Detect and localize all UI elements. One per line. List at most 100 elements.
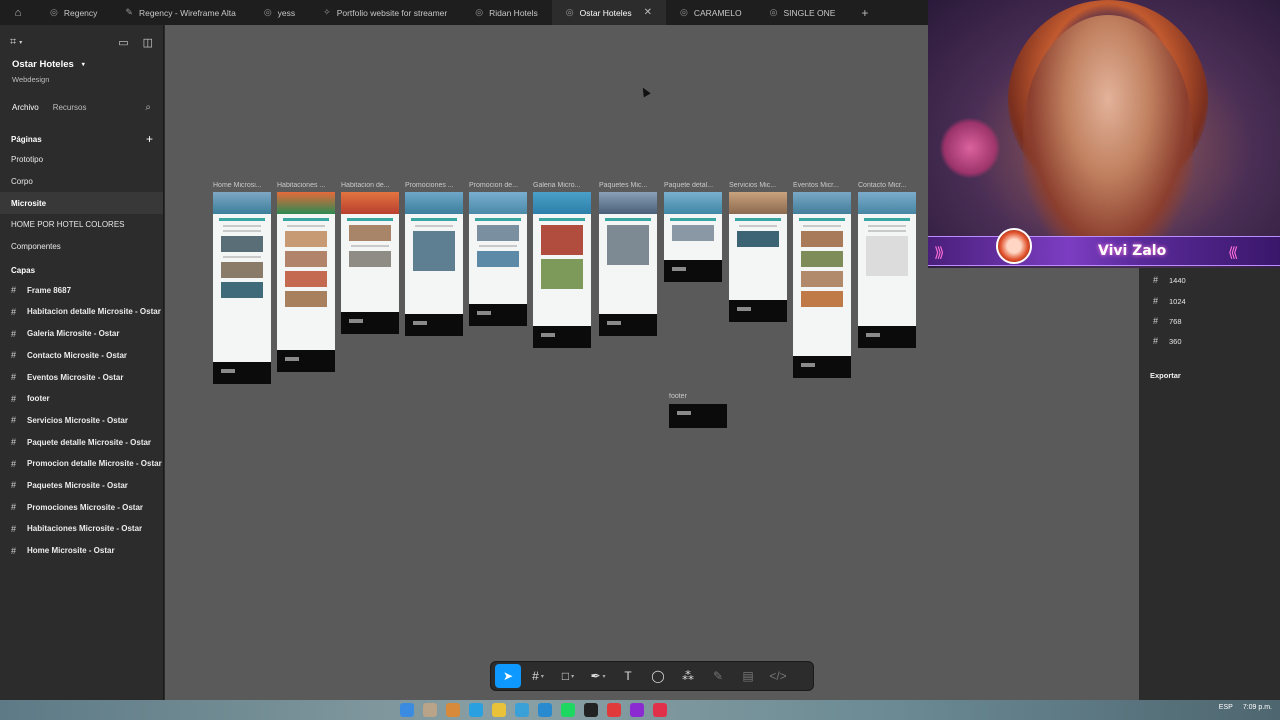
app-icon[interactable] [607,703,621,717]
frame-label[interactable]: Servicios Mic... [729,182,789,189]
minimize-ui-icon[interactable]: ▭ [118,36,128,49]
page-item-componentes[interactable]: Componentes [0,236,163,258]
frame-galeria[interactable] [533,192,591,348]
close-icon[interactable]: ✕ [644,7,652,18]
frame-line [415,225,453,227]
text-tool-icon[interactable]: T [615,664,641,688]
clock[interactable]: 7:09 p.m. [1243,704,1272,711]
frame-footer [669,404,727,428]
footer-label[interactable]: footer [669,393,729,400]
tab-recursos[interactable]: Recursos [53,103,87,112]
frame-label[interactable]: Promocion de... [469,182,529,189]
frame-label[interactable]: Contacto Micr... [858,182,918,189]
layer-item[interactable]: # Home Microsite - Ostar [0,540,163,562]
project-name[interactable]: Ostar Hoteles ▾ [12,59,151,70]
spotify-icon[interactable] [561,703,575,717]
comment-tool-icon[interactable]: ◯ [645,664,671,688]
tab-ostar-hoteles[interactable]: ◎ Ostar Hoteles ✕ [551,0,666,25]
page-item-microsite[interactable]: Microsite [0,192,163,215]
layer-item[interactable]: # Paquete detalle Microsite - Ostar [0,431,163,453]
preset-1440[interactable]: #1440 [1153,275,1186,285]
layer-item[interactable]: # Servicios Microsite - Ostar [0,410,163,432]
home-icon[interactable]: ⌂ [0,0,36,25]
page-item-prototipo[interactable]: Prototipo [0,149,163,171]
frame-contacto[interactable] [858,192,916,348]
frame-accent [411,218,457,221]
layer-item[interactable]: # Galeria Microsite - Ostar [0,323,163,345]
frame-icon: # [1153,275,1159,285]
tab-archivo[interactable]: Archivo [12,103,39,112]
frame-label[interactable]: Eventos Micr... [793,182,853,189]
layer-item[interactable]: # Eventos Microsite - Ostar [0,366,163,388]
frame-tool-icon[interactable]: # ▾ [525,664,551,688]
design-mode-icon[interactable]: ▤ [735,664,761,688]
app-icon[interactable] [446,703,460,717]
browser-icon[interactable] [515,703,529,717]
app-icon[interactable] [630,703,644,717]
frame-habitaciones[interactable] [277,192,335,372]
chevron-down-icon[interactable]: ▾ [19,39,22,46]
page-item-home-colores[interactable]: HOME POR HOTEL COLORES [0,214,163,236]
rectangle-tool-icon[interactable]: □ ▾ [555,664,581,688]
search-icon[interactable]: ⌕ [145,102,151,113]
tab-yess[interactable]: ◎ yess [250,0,309,25]
tab-regency-wireframe[interactable]: ✎ Regency - Wireframe Alta [111,0,249,25]
tab-caramelo[interactable]: ◎ CARAMELO [666,0,756,25]
layer-item[interactable]: # Contacto Microsite - Ostar [0,345,163,367]
export-section-title[interactable]: Exportar [1150,371,1181,380]
frame-label[interactable]: Habitaciones ... [277,182,337,189]
layer-item[interactable]: # Habitaciones Microsite - Ostar [0,518,163,540]
windows-start-icon[interactable] [400,703,414,717]
frame-label[interactable]: Habitacion de... [341,182,401,189]
draw-mode-icon[interactable]: ✎ [705,664,731,688]
layer-item[interactable]: # footer [0,388,163,410]
tab-label: yess [277,7,296,18]
frame-label[interactable]: Galeria Micro... [533,182,593,189]
footer-frame[interactable] [669,404,727,428]
frame-habitacion-detalle[interactable] [341,192,399,334]
pen-tool-icon[interactable]: ✒ ▾ [585,664,611,688]
frame-paquetes[interactable] [599,192,657,336]
frame-promociones[interactable] [405,192,463,336]
tab-single-one[interactable]: ◎ SINGLE ONE [756,0,850,25]
page-item-corpo[interactable]: Corpo [0,171,163,193]
frame-home-microsite[interactable] [213,192,271,384]
layer-item[interactable]: # Habitacion detalle Microsite - Ostar [0,301,163,323]
layer-item[interactable]: # Paquetes Microsite - Ostar [0,475,163,497]
frame-label[interactable]: Promociones ... [405,182,465,189]
telegram-icon[interactable] [538,703,552,717]
tab-ridan-hotels[interactable]: ◎ Ridan Hotels [461,0,552,25]
sidebar-toggle-icon[interactable]: ◫ [143,36,153,49]
frame-label[interactable]: Home Microsi... [213,182,273,189]
layer-item[interactable]: # Frame 8687 [0,279,163,301]
preset-768[interactable]: #768 [1153,316,1182,326]
frame-servicios[interactable] [729,192,787,322]
preset-1024[interactable]: #1024 [1153,296,1186,306]
tab-portfolio[interactable]: ✧ Portfolio website for streamer [309,0,461,25]
app-icon[interactable] [584,703,598,717]
frame-paquete-detalle[interactable] [664,192,722,282]
app-icon[interactable] [653,703,667,717]
tab-bar: ⌂ ◎ Regency ✎ Regency - Wireframe Alta ◎ ye… [0,0,928,25]
add-page-icon[interactable]: + [146,132,153,146]
preset-360[interactable]: #360 [1153,336,1182,346]
frame-eventos[interactable] [793,192,851,378]
resources-tool-icon[interactable]: ⁂ [675,664,701,688]
main-menu-icon[interactable]: ⌗ [10,36,16,49]
tab-regency[interactable]: ◎ Regency [36,0,111,25]
search-icon[interactable] [423,703,437,717]
add-tab-icon[interactable]: + [849,6,880,20]
layer-item[interactable]: # Promociones Microsite - Ostar [0,496,163,518]
dev-mode-icon[interactable]: </> [765,664,791,688]
app-icon[interactable] [469,703,483,717]
taskbar-icons [400,703,667,717]
language-indicator[interactable]: ESP [1219,704,1233,711]
folder-icon[interactable] [492,703,506,717]
frame-label[interactable]: Paquetes Mic... [599,182,659,189]
layer-item[interactable]: # Promocion detalle Microsite - Ostar [0,453,163,475]
frame-label[interactable]: Paquete detal... [664,182,724,189]
move-tool-icon[interactable]: ➤ [495,664,521,688]
frame-promocion-detalle[interactable] [469,192,527,326]
preset-label: 1024 [1169,296,1186,306]
frame-hero [664,192,722,214]
